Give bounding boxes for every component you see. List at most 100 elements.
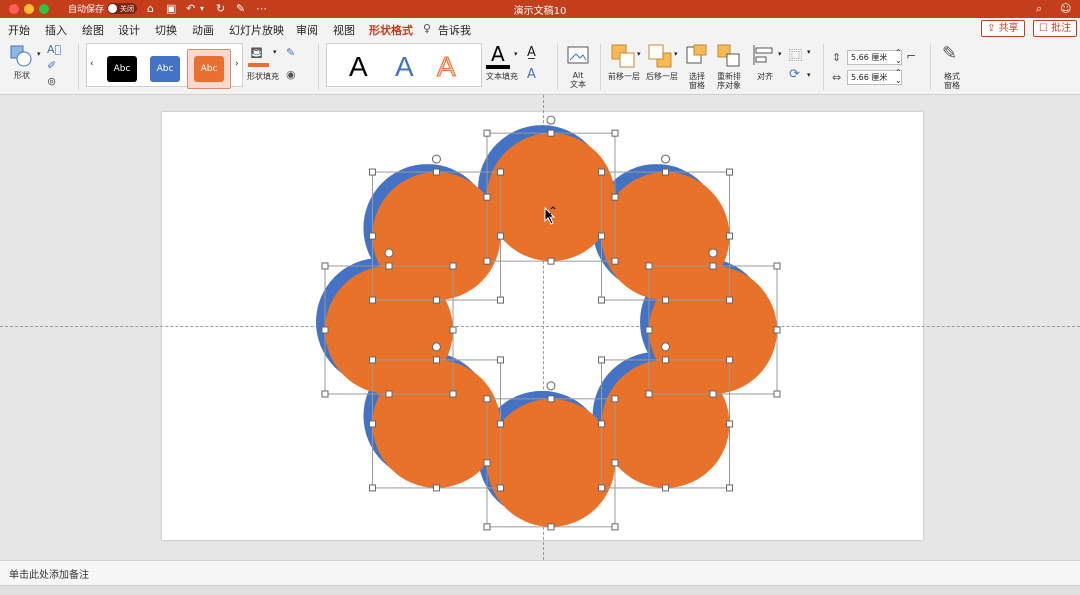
resize-handle[interactable] xyxy=(368,232,376,240)
tab-review[interactable]: 审阅 xyxy=(296,22,318,38)
orange-circles[interactable] xyxy=(325,133,777,527)
resize-handle[interactable] xyxy=(368,296,376,304)
resize-handle[interactable] xyxy=(662,168,670,176)
resize-handle[interactable] xyxy=(368,168,376,176)
tab-insert[interactable]: 插入 xyxy=(45,22,67,38)
edit-shape-icon[interactable]: ✐ xyxy=(47,59,56,72)
rotate-objects-icon[interactable]: ⟳ xyxy=(789,67,800,82)
rotate-handle[interactable] xyxy=(546,381,556,391)
align-icon[interactable] xyxy=(752,44,776,66)
resize-handle[interactable] xyxy=(483,129,491,137)
resize-handle[interactable] xyxy=(432,356,440,364)
shape-width-field[interactable]: 5.66 厘米 xyxy=(847,70,902,85)
resize-handle[interactable] xyxy=(496,296,504,304)
resize-handle[interactable] xyxy=(773,326,781,334)
resize-handle[interactable] xyxy=(321,390,329,398)
orange-circle[interactable] xyxy=(487,398,615,527)
resize-handle[interactable] xyxy=(368,420,376,428)
resize-handle[interactable] xyxy=(598,420,606,428)
account-icon[interactable]: ☺ xyxy=(1060,2,1071,16)
resize-handle[interactable] xyxy=(483,257,491,265)
resize-handle[interactable] xyxy=(368,356,376,364)
resize-handle[interactable] xyxy=(496,356,504,364)
resize-handle[interactable] xyxy=(598,484,606,492)
resize-handle[interactable] xyxy=(432,484,440,492)
resize-handle[interactable] xyxy=(598,356,606,364)
resize-handle[interactable] xyxy=(547,523,555,531)
selected-shapes-layer[interactable] xyxy=(0,95,1080,560)
resize-handle[interactable] xyxy=(662,484,670,492)
resize-handle[interactable] xyxy=(611,129,619,137)
send-backward-dropdown-icon[interactable]: ▾ xyxy=(674,50,678,58)
selection-pane-icon[interactable] xyxy=(686,44,708,68)
resize-handle[interactable] xyxy=(385,390,393,398)
shapes-icon[interactable] xyxy=(9,44,33,68)
resize-handle[interactable] xyxy=(496,168,504,176)
send-backward-icon[interactable] xyxy=(648,44,674,68)
resize-handle[interactable] xyxy=(726,296,734,304)
tell-me-search[interactable]: 告诉我 xyxy=(438,22,471,38)
style-swatch-orange[interactable]: Abc xyxy=(194,56,224,82)
rotate-handle[interactable] xyxy=(708,248,718,258)
merge-shapes-icon[interactable]: ⊚ xyxy=(47,75,56,88)
resize-handle[interactable] xyxy=(449,390,457,398)
rotate-handle[interactable] xyxy=(661,154,671,164)
format-pane-icon[interactable]: ✎ xyxy=(942,43,957,64)
text-fill-dropdown-icon[interactable]: ▾ xyxy=(514,50,518,58)
wordart-style-blue[interactable]: A xyxy=(395,52,414,82)
resize-handle[interactable] xyxy=(547,395,555,403)
resize-handle[interactable] xyxy=(726,484,734,492)
tab-shape-format[interactable]: 形状格式 xyxy=(369,22,413,42)
group-objects-icon[interactable]: ⿴ xyxy=(789,45,802,64)
resize-handle[interactable] xyxy=(598,296,606,304)
resize-handle[interactable] xyxy=(449,262,457,270)
rotate-dropdown-icon[interactable]: ▾ xyxy=(807,71,811,79)
resize-handle[interactable] xyxy=(547,257,555,265)
resize-handle[interactable] xyxy=(483,193,491,201)
wordart-style-outline[interactable]: A xyxy=(437,51,457,82)
tab-transitions[interactable]: 切换 xyxy=(155,22,177,38)
bring-forward-dropdown-icon[interactable]: ▾ xyxy=(637,50,641,58)
resize-handle[interactable] xyxy=(726,232,734,240)
tab-design[interactable]: 设计 xyxy=(118,22,140,38)
gallery-prev-icon[interactable]: ‹ xyxy=(90,59,94,69)
resize-handle[interactable] xyxy=(449,326,457,334)
resize-handle[interactable] xyxy=(645,262,653,270)
bring-forward-icon[interactable] xyxy=(611,44,637,68)
align-dropdown-icon[interactable]: ▾ xyxy=(778,50,782,58)
search-icon[interactable]: ⌕ xyxy=(1036,2,1042,16)
resize-handle[interactable] xyxy=(773,262,781,270)
resize-handle[interactable] xyxy=(709,390,717,398)
orange-circle[interactable] xyxy=(372,172,501,301)
resize-handle[interactable] xyxy=(483,459,491,467)
rotate-handle[interactable] xyxy=(431,154,441,164)
tab-view[interactable]: 视图 xyxy=(333,22,355,38)
resize-handle[interactable] xyxy=(598,168,606,176)
resize-handle[interactable] xyxy=(321,262,329,270)
resize-handle[interactable] xyxy=(662,356,670,364)
resize-handle[interactable] xyxy=(645,326,653,334)
gallery-next-icon[interactable]: › xyxy=(235,59,239,69)
resize-handle[interactable] xyxy=(611,523,619,531)
resize-handle[interactable] xyxy=(726,420,734,428)
resize-handle[interactable] xyxy=(321,326,329,334)
resize-handle[interactable] xyxy=(483,395,491,403)
text-outline-icon[interactable]: A̲ xyxy=(527,45,536,60)
fill-dropdown-icon[interactable]: ▾ xyxy=(273,48,277,56)
resize-handle[interactable] xyxy=(645,390,653,398)
paint-bucket-icon[interactable]: ⛾ xyxy=(250,43,263,64)
style-swatch-blue[interactable]: Abc xyxy=(150,56,180,82)
resize-handle[interactable] xyxy=(496,484,504,492)
tab-draw[interactable]: 绘图 xyxy=(82,22,104,38)
slide-editing-area[interactable] xyxy=(0,95,1080,560)
resize-handle[interactable] xyxy=(385,262,393,270)
group-dropdown-icon[interactable]: ▾ xyxy=(807,48,811,56)
rotate-handle[interactable] xyxy=(546,115,556,125)
resize-handle[interactable] xyxy=(432,296,440,304)
width-stepper-icon[interactable]: ⌃ ⌄ xyxy=(895,69,902,85)
tab-animations[interactable]: 动画 xyxy=(192,22,214,38)
resize-handle[interactable] xyxy=(611,193,619,201)
rotate-handle[interactable] xyxy=(431,342,441,352)
orange-circle[interactable] xyxy=(601,359,730,488)
lock-aspect-ratio-icon[interactable]: ⌐ xyxy=(906,49,916,63)
